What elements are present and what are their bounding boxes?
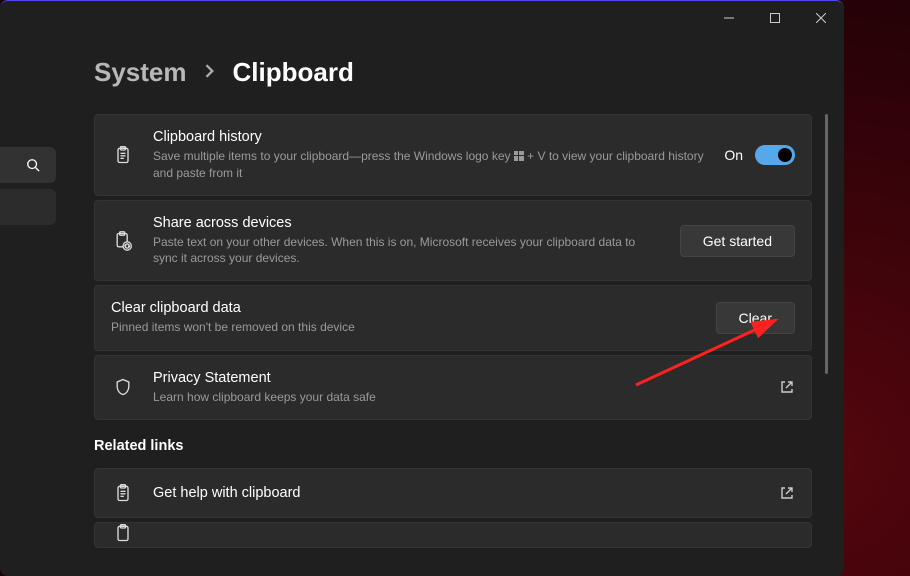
titlebar (0, 1, 844, 35)
link-title: Get help with clipboard (153, 485, 761, 501)
setting-clipboard-history: Clipboard history Save multiple items to… (94, 114, 812, 196)
clipboard-icon (111, 523, 135, 543)
clear-button[interactable]: Clear (716, 302, 795, 334)
clipboard-sync-icon (111, 231, 135, 251)
setting-desc: Paste text on your other devices. When t… (153, 234, 662, 266)
close-button[interactable] (798, 1, 844, 35)
related-links-label: Related links (94, 438, 812, 454)
setting-privacy[interactable]: Privacy Statement Learn how clipboard ke… (94, 355, 812, 420)
content-area: System Clipboard Clipboard history (56, 35, 844, 576)
setting-clear-data: Clear clipboard data Pinned items won't … (94, 285, 812, 350)
sidebar-item[interactable] (0, 189, 56, 225)
link-partial[interactable] (94, 522, 812, 548)
setting-desc: Pinned items won't be removed on this de… (111, 319, 698, 335)
setting-share-devices: Share across devices Paste text on your … (94, 200, 812, 281)
minimize-button[interactable] (706, 1, 752, 35)
minimize-icon (724, 13, 734, 23)
setting-desc: Learn how clipboard keeps your data safe (153, 389, 761, 405)
link-get-help[interactable]: Get help with clipboard (94, 468, 812, 518)
setting-title: Clear clipboard data (111, 300, 698, 316)
setting-title: Privacy Statement (153, 370, 761, 386)
breadcrumb-parent[interactable]: System (94, 57, 187, 88)
setting-title: Clipboard history (153, 129, 706, 145)
settings-window: System Clipboard Clipboard history (0, 0, 844, 576)
page-title: Clipboard (233, 57, 354, 88)
toggle-state-label: On (724, 147, 743, 163)
breadcrumb: System Clipboard (94, 57, 838, 88)
external-link-icon (779, 485, 795, 501)
sidebar (0, 35, 56, 576)
scrollbar[interactable] (825, 114, 828, 374)
clipboard-icon (111, 145, 135, 165)
search-icon (26, 158, 40, 172)
clipboard-icon (111, 483, 135, 503)
maximize-button[interactable] (752, 1, 798, 35)
setting-title: Share across devices (153, 215, 662, 231)
chevron-right-icon (205, 64, 215, 81)
get-started-button[interactable]: Get started (680, 225, 795, 257)
windows-key-icon (514, 149, 524, 165)
sidebar-search[interactable] (0, 147, 56, 183)
maximize-icon (770, 13, 780, 23)
setting-desc: Save multiple items to your clipboard—pr… (153, 148, 706, 181)
shield-icon (111, 377, 135, 397)
close-icon (816, 13, 826, 23)
external-link-icon (779, 379, 795, 395)
clipboard-history-toggle[interactable] (755, 145, 795, 165)
